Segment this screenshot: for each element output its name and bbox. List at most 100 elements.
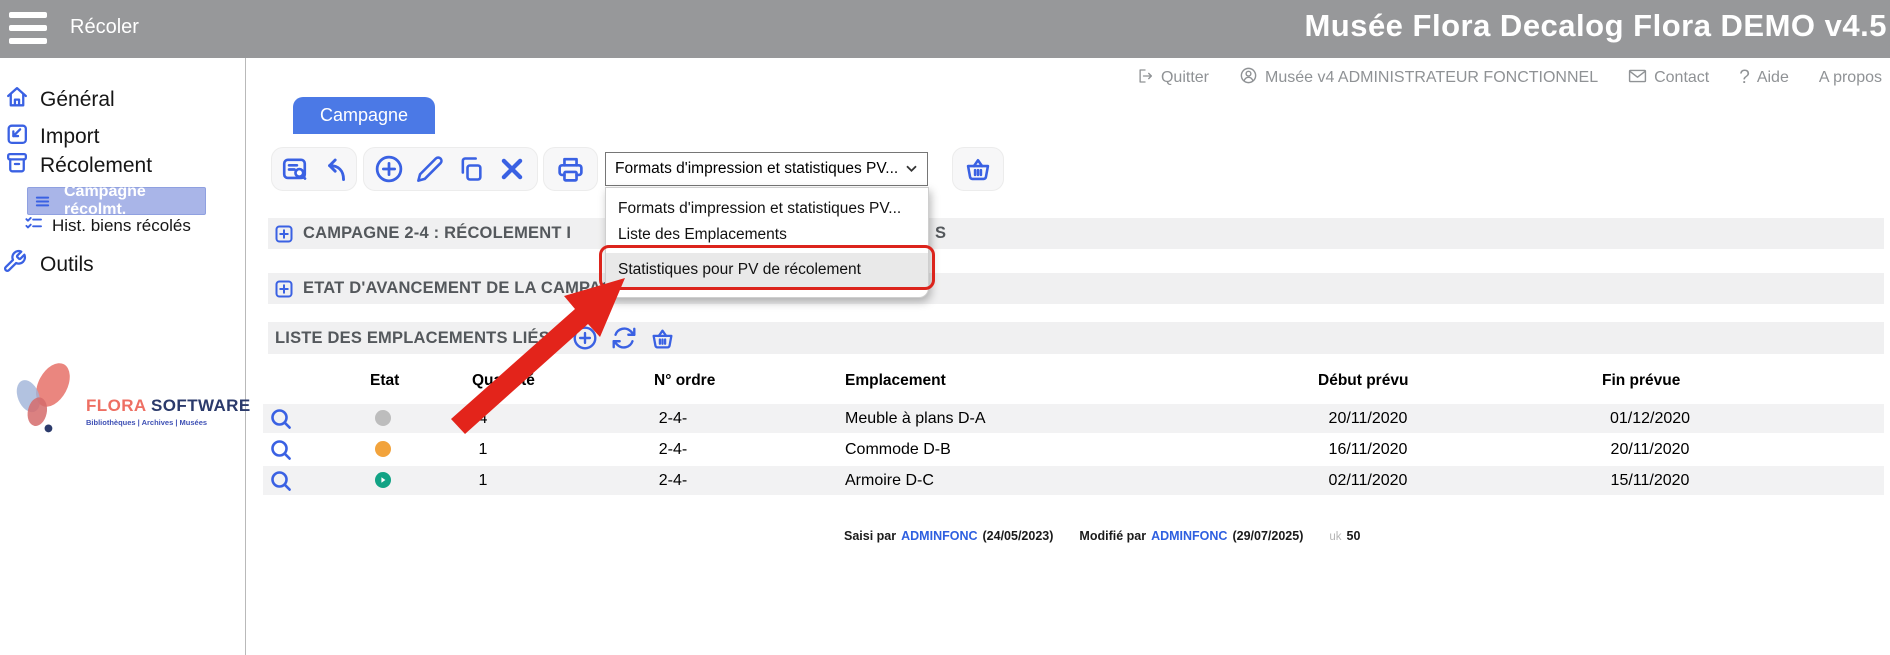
uk-value: 50 <box>1347 529 1361 543</box>
basket-button[interactable] <box>962 153 994 185</box>
envelope-icon <box>1628 68 1647 89</box>
saisi-user-link[interactable]: ADMINFONC <box>901 529 977 543</box>
table-row: 1 2-4- Armoire D-C 02/11/2020 15/11/2020 <box>263 466 1884 495</box>
hamburger-menu-icon[interactable] <box>9 12 47 44</box>
question-mark-icon: ? <box>1739 67 1750 89</box>
sidebar-item-campagne-recolement-selected[interactable]: Campagne récolmt. <box>27 187 206 215</box>
toolbar-group-search <box>271 147 357 191</box>
expand-plus-icon[interactable] <box>274 279 294 299</box>
brand-software: SOFTWARE <box>151 396 251 415</box>
sidebar-item-general[interactable]: Général <box>4 84 115 116</box>
quit-label: Quitter <box>1161 69 1209 87</box>
chevron-down-icon <box>905 160 918 178</box>
print-format-dropdown-menu: Formats d'impression et statistiques PV.… <box>605 187 929 298</box>
toolbar-group-basket <box>952 147 1004 191</box>
modifie-par-group: Modifié par ADMINFONC (29/07/2025) <box>1079 529 1303 543</box>
edit-button[interactable] <box>414 153 446 185</box>
list-search-button[interactable] <box>279 153 311 185</box>
about-link[interactable]: A propos <box>1819 69 1882 87</box>
quit-button[interactable]: Quitter <box>1136 67 1209 90</box>
app-window: Récoler Musée Flora Decalog Flora DEMO v… <box>0 0 1890 655</box>
add-emplacement-button[interactable] <box>572 325 598 351</box>
section-liste-title: LISTE DES EMPLACEMENTS LIÉS <box>275 329 550 348</box>
basket-icon[interactable] <box>650 326 675 351</box>
brand-name: FLORA SOFTWARE <box>86 396 251 416</box>
user-icon <box>1239 66 1258 90</box>
cell-ordre: 2-4- <box>623 404 723 433</box>
flora-petals-icon <box>8 356 80 434</box>
liste-actions <box>572 325 675 351</box>
expand-plus-icon[interactable] <box>274 224 294 244</box>
print-format-select[interactable]: Formats d'impression et statistiques PV.… <box>605 152 928 186</box>
record-metadata: Saisi par ADMINFONC (24/05/2023) Modifié… <box>844 529 1360 543</box>
section-avancement-title: ETAT D'AVANCEMENT DE LA CAMPAGNE <box>303 279 638 298</box>
checklist-icon <box>24 214 43 238</box>
cell-fin: 20/11/2020 <box>1570 435 1730 464</box>
top-bar: Récoler Musée Flora Decalog Flora DEMO v… <box>0 0 1890 58</box>
table-row: 1 2-4- Commode D-B 16/11/2020 20/11/2020 <box>263 435 1884 464</box>
sidebar-item-label: Général <box>40 88 115 112</box>
window-title: Musée Flora Decalog Flora DEMO v4.5 <box>1304 8 1887 44</box>
sidebar-item-import[interactable]: Import <box>4 121 100 153</box>
cell-quantite: 1 <box>443 466 523 495</box>
sidebar-item-hist-biens-recoles[interactable]: Hist. biens récolés <box>24 214 191 238</box>
section-avancement-header: ETAT D'AVANCEMENT DE LA CAMPAGNE <box>268 273 1884 304</box>
column-header-ordre: N° ordre <box>654 372 715 390</box>
about-label: A propos <box>1819 69 1882 87</box>
sidebar-item-outils[interactable]: Outils <box>2 249 94 280</box>
status-dot <box>375 410 391 426</box>
cell-debut: 20/11/2020 <box>1283 404 1453 433</box>
modifie-user-link[interactable]: ADMINFONC <box>1151 529 1227 543</box>
refresh-button[interactable] <box>611 325 637 351</box>
column-header-fin: Fin prévue <box>1602 372 1680 390</box>
module-title: Récoler <box>70 16 139 39</box>
cell-quantite: 4 <box>443 404 523 433</box>
menu-option-liste-emplacements[interactable]: Liste des Emplacements <box>606 222 928 248</box>
cell-fin: 01/12/2020 <box>1570 404 1730 433</box>
saisi-par-group: Saisi par ADMINFONC (24/05/2023) <box>844 529 1053 543</box>
sidebar-item-label: Outils <box>40 253 94 277</box>
section-campagne-title-tail: S <box>935 224 946 243</box>
status-dot-play <box>375 472 391 488</box>
column-header-quantite: Quantité <box>472 372 535 390</box>
utility-bar: Quitter Musée v4 ADMINISTRATEUR FONCTION… <box>1136 66 1882 90</box>
cell-quantite: 1 <box>443 435 523 464</box>
modifie-label: Modifié par <box>1079 529 1146 543</box>
section-campagne-title: CAMPAGNE 2-4 : RÉCOLEMENT I <box>303 224 571 243</box>
menu-option-formats[interactable]: Formats d'impression et statistiques PV.… <box>606 196 928 222</box>
tab-campagne[interactable]: Campagne <box>293 97 435 134</box>
cell-emplacement: Commode D-B <box>845 435 951 464</box>
help-link[interactable]: ? Aide <box>1739 67 1789 89</box>
flora-software-logo: FLORA SOFTWARE Bibliothèques | Archives … <box>8 356 238 439</box>
cell-ordre: 2-4- <box>623 466 723 495</box>
sidebar-item-label: Hist. biens récolés <box>52 216 191 236</box>
menu-lines-icon <box>34 193 51 210</box>
saisi-date: (24/05/2023) <box>983 529 1054 543</box>
copy-button[interactable] <box>455 153 487 185</box>
section-liste-header: LISTE DES EMPLACEMENTS LIÉS <box>268 322 1884 354</box>
current-user[interactable]: Musée v4 ADMINISTRATEUR FONCTIONNEL <box>1239 66 1598 90</box>
contact-link[interactable]: Contact <box>1628 68 1709 89</box>
home-icon <box>4 84 30 116</box>
undo-button[interactable] <box>317 153 349 185</box>
delete-button[interactable] <box>496 153 528 185</box>
exit-icon <box>1136 67 1154 90</box>
print-format-select-value: Formats d'impression et statistiques PV.… <box>615 160 905 178</box>
print-button[interactable] <box>555 153 587 185</box>
cell-emplacement: Armoire D-C <box>845 466 934 495</box>
view-record-button[interactable] <box>269 407 293 431</box>
archive-box-icon <box>4 150 30 182</box>
sidebar-item-recolement[interactable]: Récolement <box>4 150 152 182</box>
menu-option-statistiques-pv[interactable]: Statistiques pour PV de récolement <box>606 253 928 287</box>
table-row: 4 2-4- Meuble à plans D-A 20/11/2020 01/… <box>263 404 1884 433</box>
column-header-etat: Etat <box>370 372 399 390</box>
sidebar: Général Import Récolement Campagne récol… <box>0 58 246 655</box>
brand-flora: FLORA <box>86 396 146 415</box>
add-button[interactable] <box>373 153 405 185</box>
view-record-button[interactable] <box>269 469 293 493</box>
view-record-button[interactable] <box>269 438 293 462</box>
cell-fin: 15/11/2020 <box>1570 466 1730 495</box>
contact-label: Contact <box>1654 69 1709 87</box>
sidebar-item-label: Import <box>40 125 100 149</box>
cell-emplacement: Meuble à plans D-A <box>845 404 986 433</box>
